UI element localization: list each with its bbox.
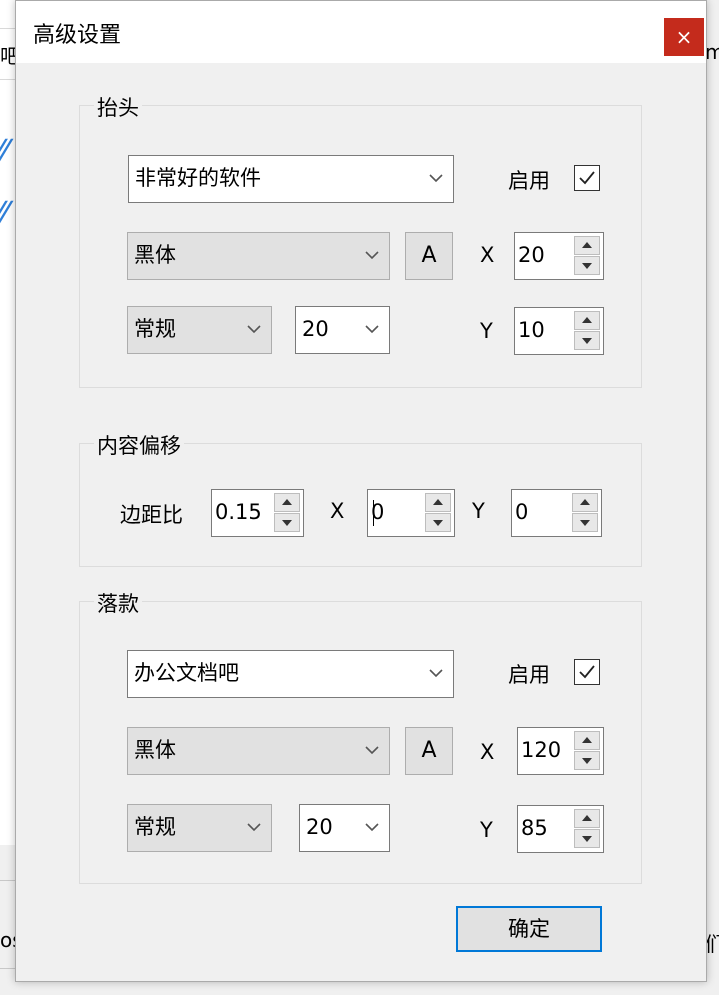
header-font-button[interactable]: A xyxy=(405,232,453,280)
footer-style-value: 常规 xyxy=(134,815,176,839)
footer-x-label: X xyxy=(480,740,495,764)
spin-down-button[interactable] xyxy=(574,331,600,350)
footer-y-label: Y xyxy=(480,818,493,842)
header-y-spinner[interactable]: 10 xyxy=(514,307,604,355)
chevron-down-icon xyxy=(365,805,379,832)
spin-down-button[interactable] xyxy=(574,829,600,848)
header-style-combo[interactable]: 常规 xyxy=(127,306,272,354)
arrow-down-icon xyxy=(582,338,592,344)
footer-text-combo[interactable]: 办公文档吧 xyxy=(127,650,454,698)
spin-down-button[interactable] xyxy=(574,751,600,770)
margin-ratio-label: 边距比 xyxy=(120,503,183,527)
spin-down-button[interactable] xyxy=(425,513,451,532)
chevron-down-icon xyxy=(247,307,261,334)
background-text-fragment: os xyxy=(0,928,15,952)
dialog-title: 高级设置 xyxy=(33,23,122,48)
offset-x-label: X xyxy=(330,499,345,523)
arrow-up-icon xyxy=(582,737,592,743)
header-font-value: 黑体 xyxy=(134,243,176,267)
offset-y-value: 0 xyxy=(515,500,529,524)
arrow-down-icon xyxy=(582,263,592,269)
checkmark-icon xyxy=(579,665,595,679)
arrow-up-icon xyxy=(282,499,292,505)
footer-size-combo[interactable]: 20 xyxy=(299,804,390,852)
arrow-down-icon xyxy=(433,520,443,526)
arrow-up-icon xyxy=(433,499,443,505)
header-y-label: Y xyxy=(480,319,493,343)
arrow-up-icon xyxy=(582,815,592,821)
spin-up-button[interactable] xyxy=(572,493,598,512)
background-text-fragment: m xyxy=(705,40,719,64)
footer-y-spinner[interactable]: 85 xyxy=(517,805,604,853)
chevron-down-icon xyxy=(247,805,261,832)
offset-y-spinner[interactable]: 0 xyxy=(511,489,602,537)
arrow-down-icon xyxy=(582,758,592,764)
chevron-down-icon xyxy=(365,233,379,260)
footer-font-combo[interactable]: 黑体 xyxy=(127,727,390,775)
spin-down-button[interactable] xyxy=(572,513,598,532)
header-text-value: 非常好的软件 xyxy=(135,166,261,190)
background-right-strip xyxy=(705,0,719,995)
header-x-label: X xyxy=(480,243,495,267)
arrow-down-icon xyxy=(580,520,590,526)
footer-font-value: 黑体 xyxy=(134,738,176,762)
ok-button[interactable]: 确定 xyxy=(456,906,602,952)
header-x-value: 20 xyxy=(518,243,545,267)
spin-down-button[interactable] xyxy=(274,513,300,532)
chevron-down-icon xyxy=(429,651,443,678)
chevron-down-icon xyxy=(365,728,379,755)
header-size-combo[interactable]: 20 xyxy=(295,306,390,354)
spin-up-button[interactable] xyxy=(574,236,600,255)
arrow-down-icon xyxy=(282,520,292,526)
arrow-up-icon xyxy=(582,317,592,323)
header-font-combo[interactable]: 黑体 xyxy=(127,232,390,280)
header-size-value: 20 xyxy=(302,317,329,341)
close-button[interactable]: × xyxy=(664,18,704,56)
footer-style-combo[interactable]: 常规 xyxy=(127,804,272,852)
margin-ratio-spinner[interactable]: 0.15 xyxy=(211,489,304,537)
header-group-legend: 抬头 xyxy=(94,92,142,122)
background-text-fragment: 吧 xyxy=(0,44,15,68)
offset-x-spinner[interactable]: 0 xyxy=(367,489,455,537)
arrow-up-icon xyxy=(580,499,590,505)
header-y-value: 10 xyxy=(518,318,545,342)
spin-up-button[interactable] xyxy=(274,493,300,512)
spin-up-button[interactable] xyxy=(574,731,600,750)
margin-ratio-value: 0.15 xyxy=(215,500,262,524)
spin-down-button[interactable] xyxy=(574,256,600,275)
chevron-down-icon xyxy=(429,156,443,183)
footer-enable-label: 启用 xyxy=(508,663,550,687)
header-x-spinner[interactable]: 20 xyxy=(514,232,604,280)
background-blue-mark: ⁄⁄ xyxy=(0,195,8,235)
footer-group-legend: 落款 xyxy=(94,588,142,618)
checkmark-icon xyxy=(579,171,595,185)
footer-font-button[interactable]: A xyxy=(405,727,453,775)
spin-up-button[interactable] xyxy=(574,311,600,330)
header-text-combo[interactable]: 非常好的软件 xyxy=(128,155,454,203)
arrow-up-icon xyxy=(582,242,592,248)
footer-y-value: 85 xyxy=(521,816,548,840)
footer-text-value: 办公文档吧 xyxy=(134,661,239,685)
advanced-settings-dialog: 高级设置 × 抬头 非常好的软件 启用 黑体 A X 20 常规 20 Y 10 xyxy=(15,0,707,982)
title-bar[interactable]: 高级设置 × xyxy=(16,1,706,63)
spin-up-button[interactable] xyxy=(425,493,451,512)
footer-x-spinner[interactable]: 120 xyxy=(517,727,604,775)
close-icon: × xyxy=(675,25,693,49)
offset-y-label: Y xyxy=(472,499,485,523)
footer-x-value: 120 xyxy=(521,738,562,762)
spin-up-button[interactable] xyxy=(574,809,600,828)
header-enable-label: 启用 xyxy=(508,169,550,193)
footer-enable-checkbox[interactable] xyxy=(574,659,600,685)
chevron-down-icon xyxy=(365,307,379,334)
arrow-down-icon xyxy=(582,836,592,842)
footer-size-value: 20 xyxy=(306,815,333,839)
header-style-value: 常规 xyxy=(134,317,176,341)
background-text-fragment: 们 xyxy=(705,932,719,956)
text-caret xyxy=(373,500,374,526)
header-enable-checkbox[interactable] xyxy=(574,165,600,191)
offset-group-legend: 内容偏移 xyxy=(94,430,184,460)
background-blue-mark: ⁄⁄ xyxy=(0,133,8,173)
